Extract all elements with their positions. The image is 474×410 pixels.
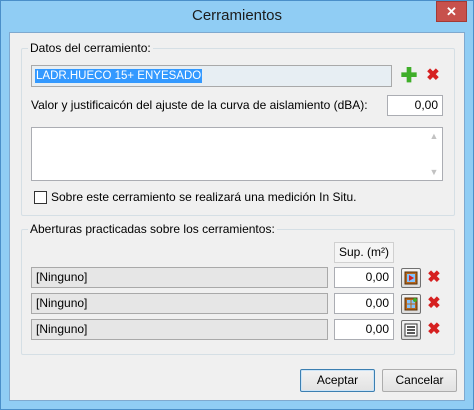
opening-area-input[interactable]: 0,00 bbox=[334, 293, 394, 314]
opening-area-input[interactable]: 0,00 bbox=[334, 267, 394, 288]
list-icon[interactable] bbox=[401, 320, 421, 340]
delete-opening-button[interactable]: ✖ bbox=[424, 294, 444, 314]
close-icon: ✕ bbox=[446, 3, 457, 19]
cancel-button[interactable]: Cancelar bbox=[382, 369, 457, 392]
add-enclosure-button[interactable]: ✚ bbox=[399, 66, 419, 86]
close-button[interactable]: ✕ bbox=[436, 1, 467, 22]
plus-icon: ✚ bbox=[400, 65, 418, 87]
scroll-up-icon[interactable]: ▲ bbox=[426, 128, 442, 144]
opening-row-name[interactable]: [Ninguno] bbox=[31, 267, 328, 288]
opening-area-input[interactable]: 0,00 bbox=[334, 319, 394, 340]
window-edit-icon[interactable] bbox=[401, 268, 421, 288]
accept-button[interactable]: Aceptar bbox=[300, 369, 375, 392]
area-column-header: Sup. (m²) bbox=[334, 242, 394, 263]
justification-textarea[interactable]: ▲ ▼ bbox=[31, 127, 443, 181]
delete-opening-button[interactable]: ✖ bbox=[424, 320, 444, 340]
window-title: Cerramientos bbox=[191, 7, 283, 24]
window-grid-icon[interactable] bbox=[401, 294, 421, 314]
enclosure-select-field[interactable]: LADR.HUECO 15+ ENYESADO bbox=[31, 65, 392, 87]
delete-opening-button[interactable]: ✖ bbox=[424, 268, 444, 288]
delete-icon: ✖ bbox=[426, 67, 440, 84]
dialog-window: Cerramientos ✕ Datos del cerramiento: LA… bbox=[0, 0, 474, 410]
adjust-label: Valor y justificaicón del ajuste de la c… bbox=[31, 98, 368, 112]
insitu-label: Sobre este cerramiento se realizará una … bbox=[51, 190, 357, 204]
enclosure-group-label: Datos del cerramiento: bbox=[28, 41, 153, 55]
opening-row-name[interactable]: [Ninguno] bbox=[31, 293, 328, 314]
delete-icon: ✖ bbox=[427, 295, 441, 312]
scroll-down-icon[interactable]: ▼ bbox=[426, 164, 442, 180]
openings-group-label: Aberturas practicadas sobre los cerramie… bbox=[28, 222, 277, 236]
enclosure-selected-value: LADR.HUECO 15+ ENYESADO bbox=[35, 69, 203, 83]
insitu-checkbox[interactable] bbox=[34, 191, 47, 204]
dialog-body: Datos del cerramiento: LADR.HUECO 15+ EN… bbox=[9, 32, 465, 401]
adjust-value-input[interactable]: 0,00 bbox=[387, 95, 443, 116]
opening-row-name[interactable]: [Ninguno] bbox=[31, 319, 328, 340]
delete-enclosure-button[interactable]: ✖ bbox=[423, 66, 443, 86]
delete-icon: ✖ bbox=[427, 321, 441, 338]
delete-icon: ✖ bbox=[427, 269, 441, 286]
title-bar: Cerramientos ✕ bbox=[1, 1, 473, 32]
vertical-scrollbar[interactable]: ▲ ▼ bbox=[426, 128, 442, 180]
